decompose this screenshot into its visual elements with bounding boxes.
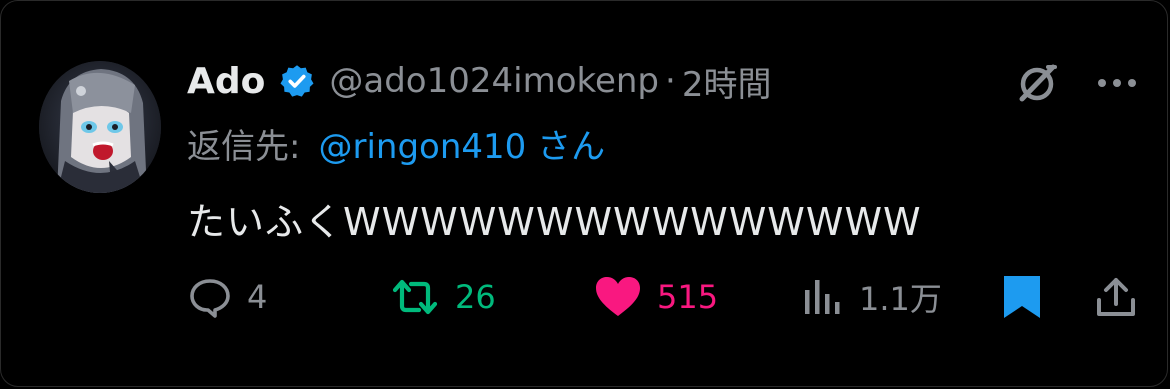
tweet-text: たいふくWWWWWWWWWWWWWWW bbox=[187, 200, 922, 244]
retweet-count: 26 bbox=[455, 278, 496, 316]
share-button[interactable] bbox=[1093, 269, 1139, 325]
reply-bubble-icon bbox=[190, 279, 230, 318]
views-bar-chart-icon bbox=[805, 280, 840, 314]
author-handle[interactable]: @ado1024imokenp bbox=[329, 61, 659, 101]
author-name[interactable]: Ado bbox=[187, 61, 265, 102]
view-count: 1.1万 bbox=[859, 280, 942, 318]
verified-badge-icon bbox=[280, 65, 314, 97]
reply-to-link[interactable]: @ringon410 さん bbox=[318, 119, 605, 168]
heart-filled-icon bbox=[596, 277, 640, 316]
share-upload-icon bbox=[1097, 278, 1135, 316]
action-bar: 4 26 515 1.1万 bbox=[1, 269, 1170, 325]
reply-count: 4 bbox=[247, 278, 268, 316]
retweet-icon bbox=[392, 279, 438, 315]
more-options-button[interactable] bbox=[1094, 61, 1140, 105]
like-count: 515 bbox=[657, 278, 719, 316]
retweet-button[interactable]: 26 bbox=[389, 269, 496, 325]
more-dots-icon bbox=[1098, 79, 1136, 87]
grok-icon bbox=[1019, 64, 1057, 102]
timestamp[interactable]: 2時間 bbox=[682, 57, 772, 106]
tweet-card[interactable]: Ado @ado1024imokenp · 2時間 返信先: @ringon41… bbox=[0, 0, 1168, 387]
reply-button[interactable]: 4 bbox=[187, 269, 267, 325]
bookmark-filled-icon bbox=[1004, 276, 1040, 318]
grok-button[interactable] bbox=[1013, 61, 1061, 105]
views-button[interactable]: 1.1万 bbox=[799, 269, 942, 325]
separator-dot: · bbox=[665, 61, 676, 101]
avatar[interactable] bbox=[39, 61, 161, 193]
bookmark-button[interactable] bbox=[999, 269, 1045, 325]
like-button[interactable]: 515 bbox=[593, 269, 718, 325]
reply-prefix: 返信先: bbox=[187, 127, 301, 167]
avatar-image bbox=[39, 61, 161, 193]
